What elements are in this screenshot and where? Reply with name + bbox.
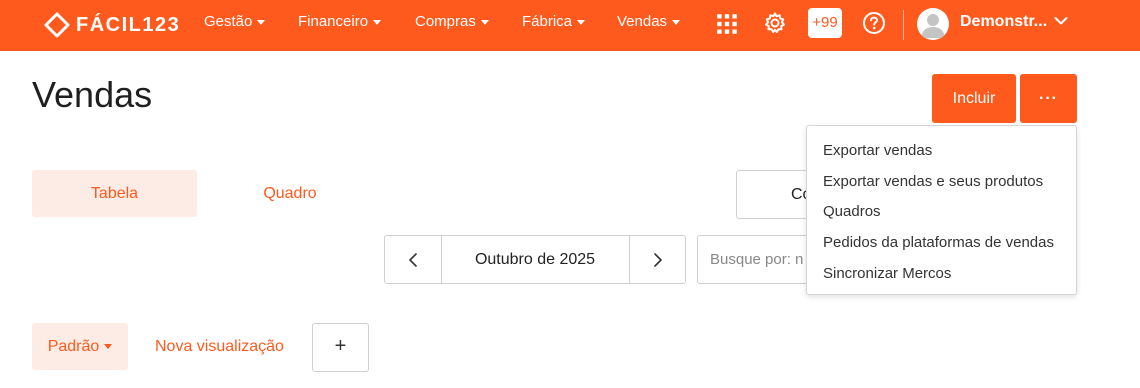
- nav-fabrica[interactable]: Fábrica: [522, 0, 586, 44]
- month-navigator: Outubro de 2025: [384, 235, 686, 284]
- nav-gestao[interactable]: Gestão: [204, 0, 266, 44]
- user-avatar-icon: [921, 14, 945, 38]
- new-view-link[interactable]: Nova visualização: [155, 323, 284, 370]
- caret-down-icon: [373, 19, 382, 25]
- caret-down-icon: [672, 19, 681, 25]
- tab-tabela[interactable]: Tabela: [32, 170, 197, 217]
- menu-item-sales-platform-orders[interactable]: Pedidos da plataformas de vendas: [807, 228, 1076, 259]
- brand-logo[interactable]: FÁCIL123: [44, 10, 180, 40]
- menu-item-export-sales[interactable]: Exportar vendas: [807, 136, 1076, 167]
- more-options-menu: Exportar vendas Exportar vendas e seus p…: [806, 125, 1077, 295]
- nav-fabrica-label: Fábrica: [522, 13, 573, 30]
- add-view-button[interactable]: +: [312, 323, 369, 372]
- view-default-label: Padrão: [47, 338, 100, 355]
- nav-vendas-label: Vendas: [617, 13, 668, 30]
- user-name[interactable]: Demonstr...: [960, 0, 1047, 44]
- caret-down-icon: [104, 344, 113, 350]
- page-title: Vendas: [32, 74, 153, 115]
- more-options-button[interactable]: ···: [1020, 74, 1077, 123]
- navbar-divider: [903, 10, 904, 40]
- help-icon[interactable]: [862, 11, 886, 35]
- caret-down-icon: [577, 19, 586, 25]
- nav-vendas[interactable]: Vendas: [617, 0, 681, 44]
- current-month-label: Outubro de 2025: [474, 251, 596, 268]
- menu-item-boards[interactable]: Quadros: [807, 197, 1076, 228]
- caret-down-icon: [257, 19, 266, 25]
- avatar[interactable]: [917, 8, 949, 40]
- menu-item-export-sales-products[interactable]: Exportar vendas e seus produtos: [807, 167, 1076, 198]
- caret-down-icon: [480, 19, 489, 25]
- nav-compras[interactable]: Compras: [415, 0, 489, 44]
- view-default-dropdown[interactable]: Padrão: [32, 323, 128, 370]
- next-month-button[interactable]: [629, 236, 686, 283]
- nav-financeiro[interactable]: Financeiro: [298, 0, 382, 44]
- tab-quadro[interactable]: Quadro: [230, 170, 350, 217]
- chevron-right-icon: [654, 253, 662, 267]
- nav-financeiro-label: Financeiro: [298, 13, 369, 30]
- nav-compras-label: Compras: [415, 13, 476, 30]
- nav-gestao-label: Gestão: [204, 13, 253, 30]
- previous-month-button[interactable]: [385, 236, 442, 283]
- grid-icon[interactable]: [715, 12, 739, 36]
- chevron-left-icon: [409, 253, 417, 267]
- gear-icon[interactable]: [763, 11, 787, 35]
- notifications-badge[interactable]: +99: [808, 8, 842, 38]
- chevron-down-icon[interactable]: [1054, 16, 1068, 26]
- top-navbar: FÁCIL123 Gestão Financeiro Compras Fábri…: [0, 0, 1140, 51]
- brand-name: FÁCIL123: [76, 13, 181, 36]
- menu-item-sync-mercos[interactable]: Sincronizar Mercos: [807, 259, 1076, 290]
- include-button[interactable]: Incluir: [932, 74, 1016, 123]
- diamond-logo-icon: [44, 12, 70, 38]
